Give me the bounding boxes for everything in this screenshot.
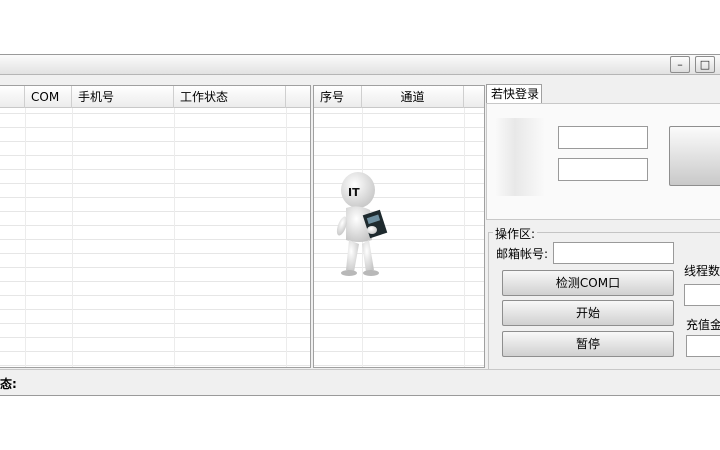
channel-table[interactable]: 序号 通道 IT (313, 85, 485, 368)
column-header-status[interactable]: 工作状态 (174, 86, 286, 108)
column-divider (25, 108, 26, 367)
minimize-button[interactable]: – (670, 56, 690, 73)
detect-com-button[interactable]: 检测COM口 (502, 270, 674, 296)
operation-area-title: 操作区: (493, 225, 538, 242)
maximize-icon: □ (699, 58, 711, 71)
recharge-amount-input[interactable] (686, 335, 720, 357)
maximize-button[interactable]: □ (695, 56, 715, 73)
start-label: 开始 (575, 306, 600, 320)
com-table[interactable]: COM 手机号 工作状态 (0, 85, 311, 368)
pause-button[interactable]: 暂停 (502, 331, 674, 357)
thread-count-input[interactable] (684, 284, 720, 306)
title-bar[interactable]: – □ (0, 55, 720, 75)
pause-label: 暂停 (575, 337, 600, 351)
column-divider (72, 108, 73, 367)
column-divider (286, 108, 287, 367)
password-field[interactable] (558, 158, 648, 181)
start-button[interactable]: 开始 (502, 300, 674, 326)
com-table-header: COM 手机号 工作状态 (0, 86, 310, 108)
column-header-channel[interactable]: 通道 (362, 86, 464, 108)
column-divider (174, 108, 175, 367)
login-button[interactable] (669, 126, 720, 186)
mascot-image: IT (336, 172, 388, 276)
column-header-phone[interactable]: 手机号 (72, 86, 174, 108)
email-label: 邮箱帐号: (496, 247, 549, 261)
username-field[interactable] (558, 126, 648, 149)
mascot-label: IT (348, 186, 360, 199)
thread-count-label: 线程数 (684, 264, 720, 278)
status-label: 态: (0, 377, 17, 391)
column-header-seq[interactable]: 序号 (314, 86, 362, 108)
recharge-amount-label: 充值金 (686, 318, 720, 332)
blurred-image (495, 118, 545, 196)
minimize-icon: – (677, 58, 683, 71)
tab-login[interactable]: 若快登录 (486, 84, 542, 104)
column-header-com[interactable]: COM (25, 86, 72, 108)
email-input[interactable] (553, 242, 674, 264)
channel-table-header: 序号 通道 (314, 86, 484, 108)
login-panel (486, 103, 720, 220)
column-divider (464, 108, 465, 367)
detect-com-label: 检测COM口 (555, 276, 621, 290)
column-header-index[interactable] (0, 86, 25, 108)
status-bar: 态: (0, 369, 720, 395)
